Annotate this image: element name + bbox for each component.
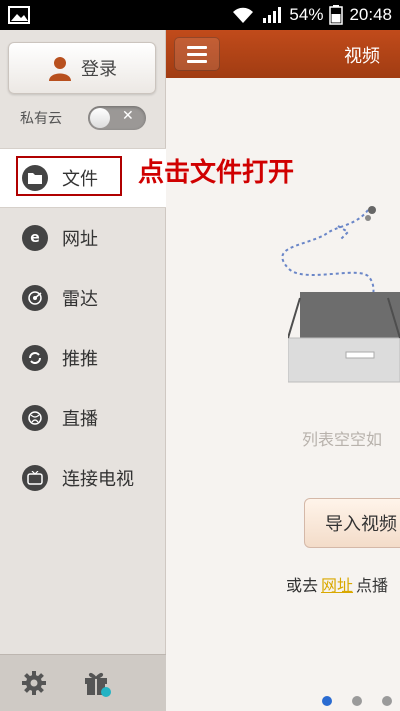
sync-icon [22, 345, 48, 371]
import-video-button[interactable]: 导入视频 [304, 498, 400, 548]
battery-percent: 54% [289, 5, 324, 24]
menu-line [187, 59, 207, 63]
page-dot[interactable] [352, 696, 362, 706]
sidebar-item-urls[interactable]: e 网址 [0, 208, 166, 268]
gift-icon[interactable] [82, 668, 112, 698]
signal-icon [263, 7, 282, 23]
hint-line: 或去 网址 点播 [286, 572, 388, 596]
sidebar-item-label: 推推 [62, 349, 98, 370]
user-icon [49, 57, 71, 81]
radar-icon [22, 285, 48, 311]
private-cloud-toggle[interactable]: ✕ [88, 106, 146, 130]
gear-icon[interactable] [20, 669, 48, 697]
page-title: 视频 [344, 46, 380, 67]
sidebar-item-label: 直播 [62, 409, 98, 430]
clock: 20:48 [349, 5, 392, 24]
empty-list-text: 列表空空如 [302, 430, 383, 449]
sidebar: 登录 私有云 ✕ 文件 e 网址 雷达 推推 直播 连接电视 [0, 30, 166, 711]
import-video-label: 导入视频 [325, 514, 397, 535]
toggle-off-icon: ✕ [122, 108, 134, 124]
page-dot-active[interactable] [322, 696, 332, 706]
hamburger-menu-button[interactable] [174, 37, 220, 71]
browser-e-icon: e [22, 225, 48, 251]
page-dot[interactable] [382, 696, 392, 706]
status-bar: 54% 20:48 [0, 0, 400, 30]
login-button[interactable]: 登录 [8, 42, 156, 94]
instruction-text: 点击文件打开 [138, 158, 295, 188]
sidebar-item-push[interactable]: 推推 [0, 328, 166, 388]
sidebar-item-live[interactable]: 直播 [0, 388, 166, 448]
sidebar-footer [0, 654, 166, 711]
private-cloud-label: 私有云 [20, 111, 62, 127]
sidebar-menu: 文件 e 网址 雷达 推推 直播 连接电视 [0, 148, 166, 508]
sidebar-item-label: 连接电视 [62, 469, 134, 490]
sidebar-item-radar[interactable]: 雷达 [0, 268, 166, 328]
gallery-icon [8, 6, 30, 24]
hint-suffix: 点播 [356, 576, 389, 595]
menu-line [187, 52, 207, 56]
page-indicator [322, 696, 392, 706]
sidebar-item-label: 网址 [62, 229, 98, 250]
wifi-icon [233, 7, 254, 23]
file-highlight-box [16, 156, 122, 196]
url-link[interactable]: 网址 [321, 572, 353, 596]
battery-charging-icon [329, 5, 344, 25]
empty-drawer-illustration [288, 292, 400, 383]
tv-icon [22, 465, 48, 491]
toggle-knob [90, 108, 110, 128]
hint-prefix: 或去 [286, 576, 319, 595]
login-label: 登录 [81, 59, 117, 80]
menu-line [187, 45, 207, 49]
globe-icon [22, 405, 48, 431]
sidebar-item-connect-tv[interactable]: 连接电视 [0, 448, 166, 508]
main-header: 视频 [166, 30, 400, 78]
sidebar-item-label: 雷达 [62, 289, 98, 310]
